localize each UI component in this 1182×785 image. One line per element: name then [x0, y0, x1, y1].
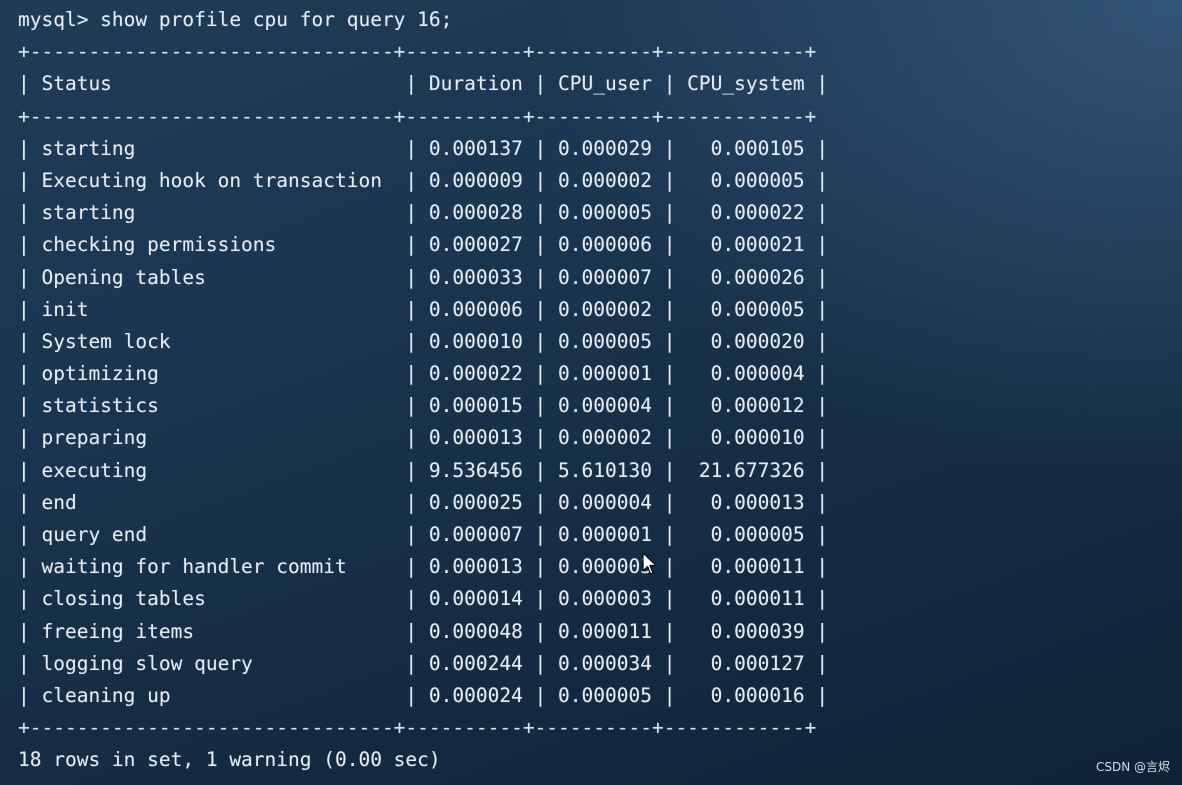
table-row: | preparing | 0.000013 | 0.000002 | 0.00…	[18, 426, 829, 450]
table-row: | executing | 9.536456 | 5.610130 | 21.6…	[18, 458, 829, 482]
table-row: | freeing items | 0.000048 | 0.000011 | …	[18, 619, 829, 643]
table-border-bottom: +-------------------------------+-------…	[18, 716, 817, 740]
table-row: | checking permissions | 0.000027 | 0.00…	[18, 233, 829, 257]
table-row: | cleaning up | 0.000024 | 0.000005 | 0.…	[18, 683, 829, 707]
watermark-text: CSDN @言烬	[1095, 760, 1170, 774]
table-border-header: +-------------------------------+-------…	[18, 104, 817, 128]
table-row: | starting | 0.000028 | 0.000005 | 0.000…	[18, 201, 829, 225]
table-row: | optimizing | 0.000022 | 0.000001 | 0.0…	[18, 362, 829, 386]
table-row: | Executing hook on transaction | 0.0000…	[18, 168, 829, 192]
table-row: | starting | 0.000137 | 0.000029 | 0.000…	[18, 136, 829, 160]
table-row: | end | 0.000025 | 0.000004 | 0.000013 |	[18, 490, 829, 514]
table-row: | logging slow query | 0.000244 | 0.0000…	[18, 651, 829, 675]
command-prompt-line: mysql> show profile cpu for query 16;	[18, 8, 453, 31]
table-row: | Opening tables | 0.000033 | 0.000007 |…	[18, 265, 829, 289]
table-row: | closing tables | 0.000014 | 0.000003 |…	[18, 587, 829, 611]
table-row: | init | 0.000006 | 0.000002 | 0.000005 …	[18, 297, 829, 321]
table-row: | query end | 0.000007 | 0.000001 | 0.00…	[18, 523, 829, 546]
table-border-top: +-------------------------------+-------…	[18, 40, 817, 64]
mouse-pointer-icon	[642, 552, 657, 575]
table-header-row: | Status | Duration | CPU_user | CPU_sys…	[18, 72, 829, 96]
table-row: | waiting for handler commit | 0.000013 …	[18, 555, 829, 579]
table-row: | statistics | 0.000015 | 0.000004 | 0.0…	[18, 394, 829, 418]
table-row: | System lock | 0.000010 | 0.000005 | 0.…	[18, 329, 829, 353]
result-summary-line: 18 rows in set, 1 warning (0.00 sec)	[18, 748, 441, 772]
terminal-output[interactable]: mysql> show profile cpu for query 16; +-…	[18, 4, 1158, 777]
